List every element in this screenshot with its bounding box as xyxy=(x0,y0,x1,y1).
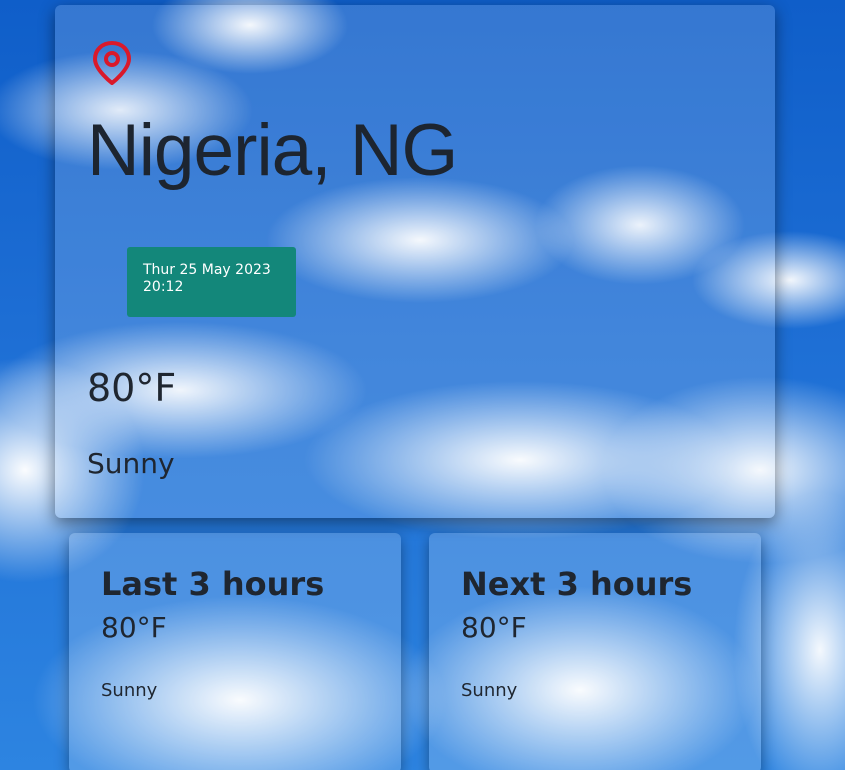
current-condition: Sunny xyxy=(87,447,175,480)
current-time: 20:12 xyxy=(143,279,184,295)
next-3-hours-card: Next 3 hours 80°F Sunny xyxy=(429,533,761,770)
location-name: Nigeria, NG xyxy=(87,110,458,191)
location-pin-icon xyxy=(92,41,132,85)
next-3-hours-condition: Sunny xyxy=(461,680,518,701)
next-3-hours-title: Next 3 hours xyxy=(461,565,693,603)
last-3-hours-temperature: 80°F xyxy=(101,611,167,644)
current-date: Thur 25 May 2023 xyxy=(143,262,271,278)
last-3-hours-card: Last 3 hours 80°F Sunny xyxy=(69,533,401,770)
date-time-badge: Thur 25 May 2023 20:12 xyxy=(127,247,296,317)
last-3-hours-condition: Sunny xyxy=(101,680,158,701)
next-3-hours-temperature: 80°F xyxy=(461,611,527,644)
current-temperature: 80°F xyxy=(87,366,177,410)
current-weather-card: Nigeria, NG Thur 25 May 2023 20:12 80°F … xyxy=(55,5,775,518)
last-3-hours-title: Last 3 hours xyxy=(101,565,325,603)
